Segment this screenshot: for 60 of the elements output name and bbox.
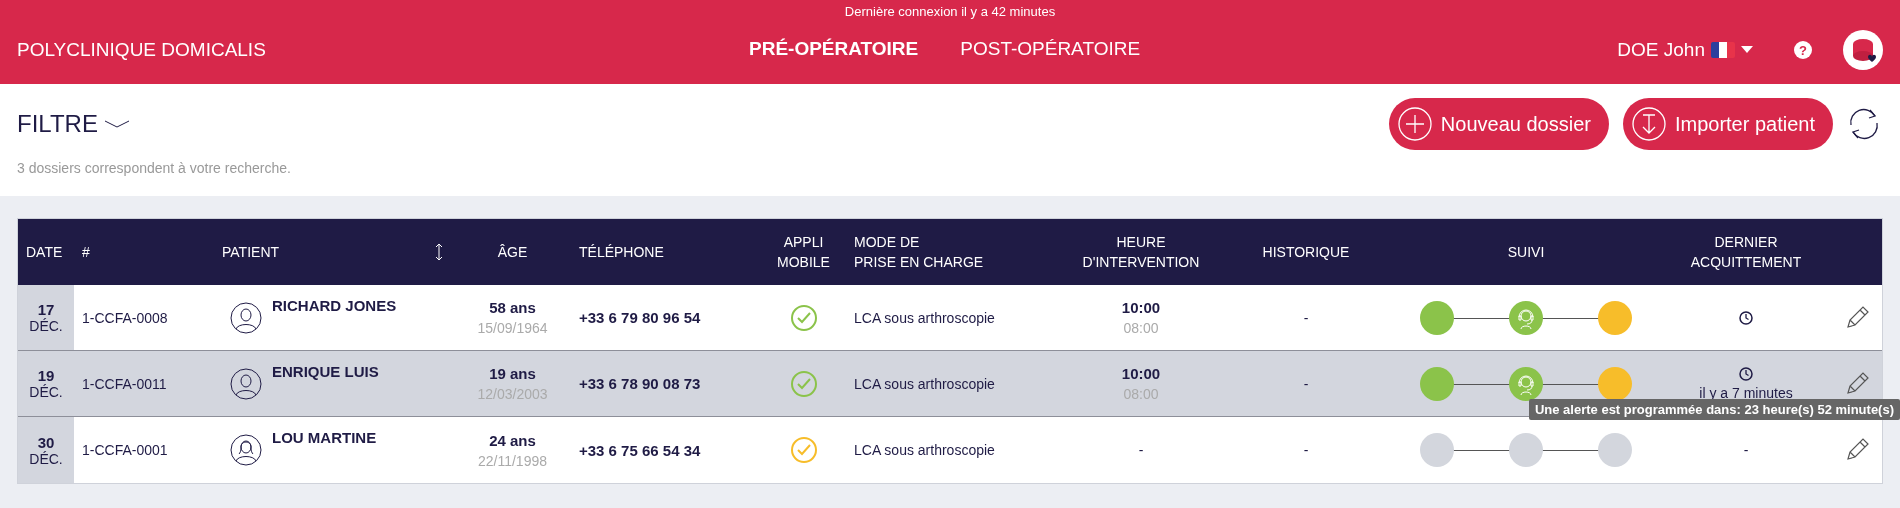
date-day: 17 bbox=[37, 301, 55, 318]
caret-icon[interactable] bbox=[1741, 46, 1753, 54]
result-count: 3 dossiers correspondent à votre recherche. bbox=[17, 160, 292, 176]
date-month: DÉC. bbox=[29, 450, 63, 467]
column-header[interactable]: DERNIER ACQUITTEMENT bbox=[1661, 219, 1831, 285]
patient-name[interactable]: LOU MARTINE bbox=[272, 429, 377, 446]
care-mode: LCA sous arthroscopie bbox=[854, 442, 995, 458]
care-mode: LCA sous arthroscopie bbox=[854, 309, 995, 326]
birth-date: 15/09/1964 bbox=[477, 320, 548, 336]
column-header[interactable]: HEURE D'INTERVENTION bbox=[1061, 219, 1221, 285]
intervention-time: 10:00 bbox=[1121, 365, 1161, 382]
column-header[interactable]: HISTORIQUE bbox=[1221, 219, 1391, 285]
help-icon[interactable]: ? bbox=[1793, 40, 1813, 60]
date-month: DÉC. bbox=[29, 318, 63, 334]
intervention-time-secondary: 08:00 bbox=[1123, 320, 1159, 336]
phone-number: +33 6 79 80 96 54 bbox=[579, 309, 701, 326]
history-value: - bbox=[1303, 309, 1309, 326]
date-day: 19 bbox=[37, 367, 55, 384]
care-mode: LCA sous arthroscopie bbox=[854, 375, 995, 392]
history-value: - bbox=[1303, 442, 1309, 458]
download-icon bbox=[1630, 106, 1667, 142]
column-header[interactable]: DATE bbox=[18, 219, 74, 285]
intervention-time: 10:00 bbox=[1121, 299, 1161, 316]
intervention-time: - bbox=[1138, 442, 1144, 458]
sort-icon[interactable] bbox=[434, 242, 444, 262]
alert-tooltip: Une alerte est programmée dans: 23 heure(s) 52 minute(s) bbox=[1528, 399, 1900, 420]
phone-number: +33 6 78 90 08 73 bbox=[579, 375, 701, 392]
column-header[interactable]: TÉLÉPHONE bbox=[571, 219, 761, 285]
patient-age: 19 ans bbox=[489, 365, 536, 382]
birth-date: 22/11/1998 bbox=[478, 452, 547, 469]
file-number: 1-CCFA-0001 bbox=[81, 441, 169, 460]
column-header[interactable]: APPLI MOBILE bbox=[761, 219, 846, 285]
last-login-notice: Dernière connexion il y a 42 minutes bbox=[843, 3, 1057, 21]
new-file-button[interactable]: Nouveau dossier bbox=[1388, 98, 1609, 150]
column-header[interactable]: PATIENT bbox=[222, 242, 280, 262]
date-month: DÉC. bbox=[29, 384, 63, 400]
date-day: 30 bbox=[37, 433, 55, 451]
acknowledgement-time: - bbox=[1743, 442, 1749, 458]
patient-age: 58 ans bbox=[489, 299, 536, 316]
column-header[interactable]: # bbox=[74, 219, 214, 285]
nav-tab[interactable]: PRÉ-OPÉRATOIRE bbox=[749, 38, 919, 60]
profile-avatar[interactable] bbox=[1843, 30, 1883, 70]
column-header[interactable]: ÂGE bbox=[454, 219, 571, 285]
patient-age: 24 ans bbox=[489, 431, 536, 449]
history-value: - bbox=[1303, 375, 1309, 392]
chevron-down-icon bbox=[103, 119, 130, 129]
nav-tab[interactable]: POST-OPÉRATOIRE bbox=[960, 38, 1141, 60]
column-header[interactable]: MODE DE PRISE EN CHARGE bbox=[846, 219, 1061, 285]
file-number: 1-CCFA-0011 bbox=[74, 351, 214, 417]
filter-toggle[interactable]: FILTRE bbox=[17, 110, 1375, 138]
user-name[interactable]: DOE John bbox=[1617, 39, 1705, 61]
patient-name[interactable]: RICHARD JONES bbox=[272, 297, 397, 314]
plus-icon bbox=[1396, 106, 1433, 142]
column-header[interactable]: SUIVI bbox=[1391, 219, 1661, 285]
phone-number: +33 6 75 66 54 34 bbox=[579, 441, 701, 459]
header-background bbox=[1831, 219, 1882, 285]
patient-name[interactable]: ENRIQUE LUIS bbox=[272, 363, 379, 380]
brand-name: POLYCLINIQUE DOMICALIS bbox=[17, 39, 266, 61]
flag-icon bbox=[1711, 42, 1735, 58]
import-button[interactable]: Importer patient bbox=[1622, 98, 1833, 150]
